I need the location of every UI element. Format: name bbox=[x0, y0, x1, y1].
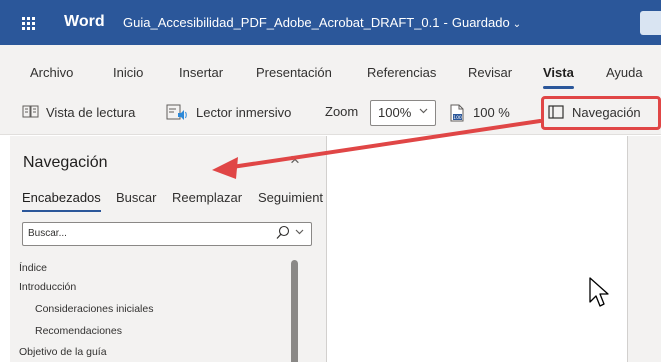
zoom-label-text: Zoom bbox=[325, 104, 359, 119]
title-separator: - bbox=[443, 15, 448, 30]
tab-referencias[interactable]: Referencias bbox=[367, 65, 436, 80]
zoom-value: 100% bbox=[378, 105, 412, 120]
tab-presentacion[interactable]: Presentación bbox=[256, 65, 332, 80]
search-icon[interactable] bbox=[275, 224, 291, 242]
search-input[interactable]: Buscar... bbox=[22, 222, 312, 246]
word-online-window: Word Guia_Accesibilidad_PDF_Adobe_Acroba… bbox=[0, 0, 661, 362]
svg-text:100: 100 bbox=[453, 115, 462, 121]
chevron-down-icon bbox=[418, 105, 429, 119]
document-title[interactable]: Guia_Accesibilidad_PDF_Adobe_Acrobat_DRA… bbox=[123, 15, 521, 30]
tab-archivo[interactable]: Archivo bbox=[30, 65, 73, 80]
reading-view-button[interactable]: Vista de lectura bbox=[22, 104, 135, 120]
zoom-100-label: 100 % bbox=[473, 104, 510, 120]
pane-tab-reemplazar[interactable]: Reemplazar bbox=[172, 190, 242, 205]
navigation-pane: Navegación × Encabezados Buscar Reemplaz… bbox=[10, 136, 326, 362]
document-gutter bbox=[628, 136, 661, 362]
document-name: Guia_Accesibilidad_PDF_Adobe_Acrobat_DRA… bbox=[123, 15, 440, 30]
title-bar: Word Guia_Accesibilidad_PDF_Adobe_Acroba… bbox=[0, 0, 661, 45]
heading-item-indice[interactable]: Índice bbox=[19, 262, 47, 274]
heading-item-recomendaciones[interactable]: Recomendaciones bbox=[35, 325, 122, 337]
zoom-label: Zoom bbox=[325, 104, 358, 119]
pane-tab-buscar[interactable]: Buscar bbox=[116, 190, 156, 205]
tab-ayuda[interactable]: Ayuda bbox=[606, 65, 643, 80]
reading-view-label: Vista de lectura bbox=[46, 104, 136, 120]
app-name[interactable]: Word bbox=[64, 13, 105, 31]
immersive-reader-button[interactable]: Lector inmersivo bbox=[166, 104, 291, 120]
zoom-100-icon: 100 bbox=[449, 104, 465, 122]
heading-item-consideraciones[interactable]: Consideraciones iniciales bbox=[35, 303, 153, 315]
title-bar-button[interactable] bbox=[640, 11, 661, 35]
chevron-down-icon[interactable] bbox=[294, 226, 305, 240]
zoom-100-button[interactable]: 100 100 % bbox=[449, 104, 510, 122]
heading-item-objetivo[interactable]: Objetivo de la guía bbox=[19, 346, 107, 358]
pane-title: Navegación bbox=[23, 154, 108, 171]
tab-vista[interactable]: Vista bbox=[543, 65, 574, 89]
navigation-highlight-box bbox=[541, 96, 661, 130]
document-page[interactable] bbox=[327, 136, 627, 362]
tab-inicio[interactable]: Inicio bbox=[113, 65, 143, 80]
chevron-down-icon: ⌄ bbox=[512, 19, 522, 30]
tab-insertar[interactable]: Insertar bbox=[179, 65, 223, 80]
search-placeholder: Buscar... bbox=[28, 228, 67, 239]
page-border-left bbox=[326, 136, 327, 362]
tab-revisar[interactable]: Revisar bbox=[468, 65, 512, 80]
immersive-reader-label: Lector inmersivo bbox=[196, 104, 292, 120]
close-icon[interactable]: × bbox=[290, 150, 300, 170]
pane-tab-seguimiento[interactable]: Seguimient bbox=[258, 190, 323, 205]
heading-item-introduccion[interactable]: Introducción bbox=[19, 281, 76, 293]
book-icon bbox=[22, 104, 39, 120]
zoom-select[interactable]: 100% bbox=[370, 100, 436, 126]
pane-tab-encabezados[interactable]: Encabezados bbox=[22, 190, 101, 212]
ribbon-tabs: Archivo Inicio Insertar Presentación Ref… bbox=[0, 45, 661, 91]
save-status: Guardado bbox=[451, 15, 510, 30]
pane-scrollbar-thumb[interactable] bbox=[291, 260, 298, 362]
immersive-reader-icon bbox=[166, 104, 188, 120]
app-launcher-icon[interactable] bbox=[22, 17, 36, 31]
